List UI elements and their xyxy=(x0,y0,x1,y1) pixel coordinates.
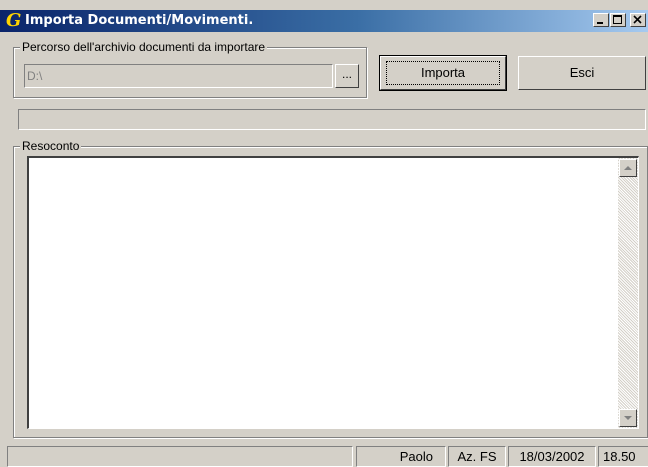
scroll-down-button[interactable] xyxy=(619,409,637,427)
status-bar: Paolo Az. FS 18/03/2002 18.50 xyxy=(0,444,648,467)
scroll-up-icon xyxy=(624,166,632,170)
minimize-icon xyxy=(597,22,603,24)
title-bar[interactable]: G Importa Documenti/Movimenti. xyxy=(0,10,648,32)
browse-button[interactable]: ... xyxy=(335,64,359,88)
scroll-down-icon xyxy=(624,416,632,420)
status-date: 18/03/2002 xyxy=(508,446,596,467)
vertical-scrollbar[interactable] xyxy=(618,158,638,428)
esci-button[interactable]: Esci xyxy=(518,56,646,90)
status-time: 18.50 xyxy=(598,446,648,467)
maximize-button[interactable] xyxy=(610,13,626,27)
close-button[interactable] xyxy=(630,13,646,27)
progress-bar xyxy=(18,109,646,130)
close-icon xyxy=(633,15,642,24)
status-panel-empty xyxy=(7,446,353,467)
report-group-label: Resoconto xyxy=(20,139,82,153)
import-window: G Importa Documenti/Movimenti. Percorso … xyxy=(0,0,648,467)
maximize-icon xyxy=(613,15,622,24)
importa-button-label: Importa xyxy=(386,61,500,85)
path-input[interactable] xyxy=(24,64,333,88)
scroll-up-button[interactable] xyxy=(619,159,637,177)
esci-button-label: Esci xyxy=(569,65,595,80)
minimize-button[interactable] xyxy=(593,13,609,27)
path-group-label: Percorso dell'archivio documenti da impo… xyxy=(20,40,268,54)
status-company: Az. FS xyxy=(448,446,506,467)
status-user: Paolo xyxy=(356,446,446,467)
report-textarea[interactable] xyxy=(27,156,639,429)
window-title: Importa Documenti/Movimenti. xyxy=(25,13,254,28)
app-icon: G xyxy=(6,10,22,31)
importa-button[interactable]: Importa xyxy=(379,55,507,91)
